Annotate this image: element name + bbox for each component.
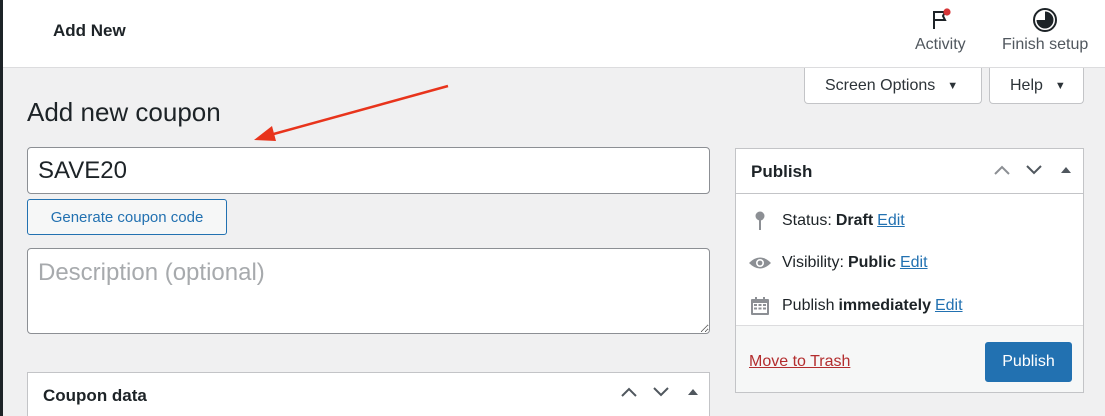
chevron-down-icon[interactable] [645,386,677,398]
header-title: Add New [53,21,126,40]
flag-icon [926,6,954,34]
activity-button[interactable]: Activity [915,6,966,54]
finish-setup-label: Finish setup [1002,36,1089,53]
schedule-value: immediately [838,297,931,314]
chevron-up-icon[interactable] [986,164,1018,176]
publish-schedule-row: Publish immediately Edit [748,295,963,317]
schedule-edit-link[interactable]: Edit [935,297,963,315]
publish-status-row: Status: Draft Edit [748,210,905,232]
visibility-edit-link[interactable]: Edit [900,254,928,272]
caret-up-icon[interactable] [1050,165,1082,175]
publish-box-controls [986,164,1082,176]
screen-options-label: Screen Options [825,76,936,94]
activity-label: Activity [915,36,966,53]
caret-up-icon[interactable] [677,387,709,397]
publish-box-header: Publish [736,149,1083,194]
pin-icon [748,210,772,232]
coupon-data-box: Coupon data [27,372,710,416]
status-label: Status: [782,212,832,229]
status-value: Draft [835,212,874,229]
screen-options-button[interactable]: Screen Options ▼ [804,68,982,104]
help-button[interactable]: Help ▼ [989,68,1084,104]
publish-box: Publish Status: Draft Edit Visibility: P… [735,148,1084,393]
calendar-icon [748,295,772,317]
schedule-label: Publish [782,297,835,314]
publish-visibility-row: Visibility: Public Edit [748,252,928,274]
coupon-code-input[interactable] [27,147,710,194]
caret-down-icon: ▼ [1054,79,1066,92]
move-to-trash-link[interactable]: Move to Trash [749,353,850,371]
annotation-arrow-line [269,84,449,137]
eye-icon [748,252,772,274]
chevron-up-icon[interactable] [613,386,645,398]
progress-circle-icon [1031,6,1059,34]
generate-coupon-code-button[interactable]: Generate coupon code [27,199,227,235]
help-label: Help [1010,76,1043,94]
finish-setup-button[interactable]: Finish setup [1002,6,1088,54]
annotation-arrow-head [254,126,276,141]
chevron-down-icon[interactable] [1018,164,1050,176]
visibility-label: Visibility: [782,254,844,271]
description-textarea[interactable] [27,248,710,334]
visibility-value: Public [847,254,896,271]
status-edit-link[interactable]: Edit [877,212,905,230]
publish-actions: Move to Trash Publish [736,325,1083,392]
top-header-bar: Add New Activity Finish setup [3,0,1105,68]
caret-down-icon: ▼ [947,79,959,92]
publish-button[interactable]: Publish [985,342,1072,382]
coupon-data-controls [613,386,709,398]
page-title: Add new coupon [27,97,221,127]
publish-box-title: Publish [751,162,813,181]
coupon-data-title: Coupon data [43,386,147,405]
